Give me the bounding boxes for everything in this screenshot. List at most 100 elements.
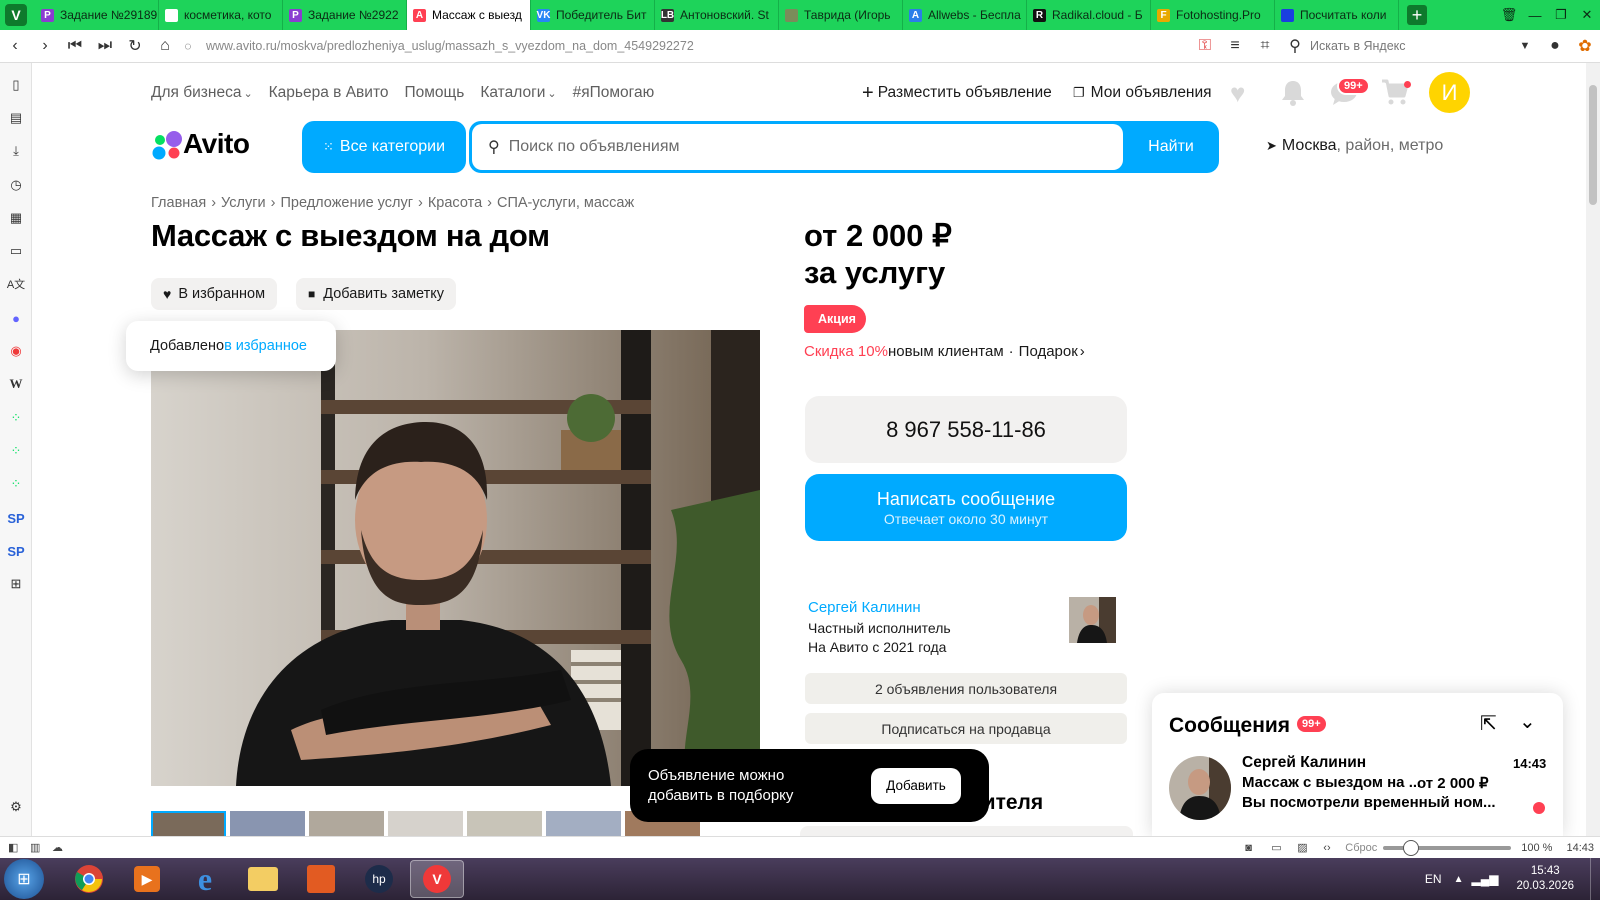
breadcrumb-item[interactable]: Услуги (221, 195, 266, 211)
thumbnail[interactable] (151, 811, 226, 838)
write-message-button[interactable]: Написать сообщение Отвечает около 30 мин… (805, 474, 1127, 541)
vivaldi-icon[interactable]: ◉ (6, 341, 26, 361)
avito-panel-icon[interactable]: ⁘ (6, 408, 26, 428)
browser-tab[interactable]: Таврида (Игорь (779, 0, 903, 30)
toast-favorites-link[interactable]: в избранное (224, 338, 307, 354)
key-icon[interactable]: ⚿ (1190, 37, 1220, 55)
home-icon[interactable]: ⌂ (150, 37, 180, 55)
image-icon[interactable]: ▨ (1297, 841, 1323, 854)
thumbnail[interactable] (309, 811, 384, 838)
thumbnail[interactable] (467, 811, 542, 838)
window-mode-icon[interactable]: ▭ (1271, 841, 1297, 854)
chat-avatar[interactable] (1169, 756, 1231, 820)
reload-icon[interactable]: ↻ (120, 36, 150, 56)
camera-icon[interactable]: ◙ (1245, 842, 1271, 854)
thumbnail[interactable] (546, 811, 621, 838)
breadcrumb-item[interactable]: Главная (151, 195, 206, 211)
tile-icon[interactable]: ▥ (30, 841, 52, 854)
sp-icon[interactable]: SP (6, 508, 26, 528)
avito-logo-icon[interactable] (151, 130, 185, 160)
browser-tab[interactable]: F Fotohosting.Pro (1151, 0, 1275, 30)
gift-link[interactable]: Подарок (1019, 343, 1078, 360)
zoom-slider-handle[interactable] (1403, 839, 1420, 856)
mastodon-icon[interactable]: ● (6, 308, 26, 328)
sp-icon-2[interactable]: SP (6, 541, 26, 561)
main-photo[interactable] (151, 330, 760, 786)
post-ad-link[interactable]: + Разместить объявление (862, 83, 1052, 103)
show-desktop-button[interactable] (1590, 858, 1600, 900)
panel-toggle-icon[interactable]: ◧ (8, 841, 30, 854)
trash-icon[interactable]: 🗑 (1496, 7, 1522, 23)
browser-tab[interactable]: A Allwebs - Беспла (903, 0, 1027, 30)
explorer-taskbar-icon[interactable] (236, 860, 290, 898)
rewind-icon[interactable]: ⏮ (60, 37, 90, 55)
vivaldi-taskbar-icon[interactable]: V (410, 860, 464, 898)
thumbnail[interactable] (388, 811, 463, 838)
downloads-icon[interactable]: ⤓ (6, 141, 26, 161)
my-ads-link[interactable]: ❐ Мои объявления (1073, 84, 1212, 102)
start-button[interactable]: ⊞ (4, 859, 44, 899)
avito-panel-icon-2[interactable]: ⁘ (6, 441, 26, 461)
translate-icon[interactable]: A文 (6, 274, 26, 294)
browser-tab[interactable]: VK Победитель Бит (531, 0, 655, 30)
yandex-search-input[interactable]: Искать в Яндекс (1310, 39, 1510, 53)
url-field[interactable]: www.avito.ru/moskva/predlozheniya_uslug/… (206, 39, 1190, 53)
close-window-button[interactable]: ✕ (1574, 7, 1600, 23)
shield-icon[interactable]: ◌ (180, 39, 196, 53)
add-panel-icon[interactable]: ⊞ (6, 574, 26, 594)
hp-taskbar-icon[interactable]: hp (352, 860, 406, 898)
signal-icon[interactable]: ▂▄▆ (1471, 872, 1498, 886)
zoom-slider[interactable] (1383, 839, 1512, 856)
browser-tab[interactable]: P Задание №2922 (283, 0, 407, 30)
browser-tab[interactable]: A Массаж с выезд (407, 0, 531, 30)
wikipedia-icon[interactable]: W (6, 374, 26, 394)
notes-icon[interactable]: ▦ (6, 208, 26, 228)
language-indicator[interactable]: EN (1425, 872, 1442, 886)
profile-icon[interactable]: ● (1540, 37, 1570, 55)
favorite-button[interactable]: ♥ В избранном (151, 278, 278, 310)
avatar[interactable]: И (1429, 72, 1470, 113)
chrome-taskbar-icon[interactable] (62, 860, 116, 898)
seller-avatar[interactable] (1069, 597, 1116, 643)
breadcrumb-item[interactable]: Предложение услуг (280, 195, 413, 211)
collapse-chevron-icon[interactable]: ⌄ (1519, 709, 1536, 734)
avito-logo-text[interactable]: Avito (183, 128, 250, 160)
minimize-button[interactable]: — (1522, 8, 1548, 23)
office-taskbar-icon[interactable] (294, 860, 348, 898)
all-categories-button[interactable]: ⁙ Все категории (302, 121, 466, 173)
favorites-heart-icon[interactable]: ♥ (1230, 78, 1245, 109)
fastforward-icon[interactable]: ⏭ (90, 37, 120, 55)
reading-list-icon[interactable]: ▤ (6, 108, 26, 128)
breadcrumb-item[interactable]: СПА-услуги, массаж (497, 195, 634, 211)
maximize-button[interactable]: ❐ (1548, 7, 1574, 23)
browser-tab[interactable]: Посчитать коли (1275, 0, 1399, 30)
chat-contact-name[interactable]: Сергей Калинин (1242, 754, 1366, 772)
notifications-bell-icon[interactable] (1280, 78, 1306, 106)
media-player-taskbar-icon[interactable]: ▶ (120, 860, 174, 898)
subscribe-seller-button[interactable]: Подписаться на продавца (805, 713, 1127, 744)
chevron-down-icon[interactable]: ▼ (1510, 40, 1540, 52)
ie-taskbar-icon[interactable]: e (178, 860, 232, 898)
search-engine-icon[interactable]: ⚲ (1280, 36, 1310, 56)
reader-icon[interactable]: ≡ (1220, 37, 1250, 55)
thumbnail[interactable] (230, 811, 305, 838)
settings-icon[interactable]: ⚙ (6, 797, 26, 817)
browser-tab[interactable]: R Radikal.cloud - Б (1027, 0, 1151, 30)
add-to-collection-button[interactable]: Добавить (871, 767, 961, 804)
seller-ads-button[interactable]: 2 объявления пользователя (805, 673, 1127, 704)
link-business[interactable]: Для бизнеса (151, 84, 241, 102)
clock[interactable]: 15:43 20.03.2026 (1516, 864, 1574, 894)
link-help[interactable]: Помощь (405, 84, 465, 102)
search-input[interactable]: ⚲ Поиск по объявлениям (472, 124, 1123, 170)
avito-panel-icon-3[interactable]: ⁘ (6, 474, 26, 494)
link-yapomogayu[interactable]: #яПомогаю (573, 84, 655, 102)
location-selector[interactable]: ➤ Москва, район, метро (1266, 137, 1443, 155)
forward-icon[interactable]: › (30, 37, 60, 55)
zoom-reset[interactable]: Сброс (1345, 842, 1377, 854)
search-submit-button[interactable]: Найти (1123, 121, 1219, 173)
sync-cloud-icon[interactable]: ☁ (52, 841, 74, 854)
vivaldi-logo-icon[interactable]: V (5, 4, 27, 26)
bookmarks-icon[interactable]: ▯ (6, 75, 26, 95)
window-icon[interactable]: ▭ (6, 241, 26, 261)
new-tab-button[interactable]: + (1407, 5, 1427, 25)
